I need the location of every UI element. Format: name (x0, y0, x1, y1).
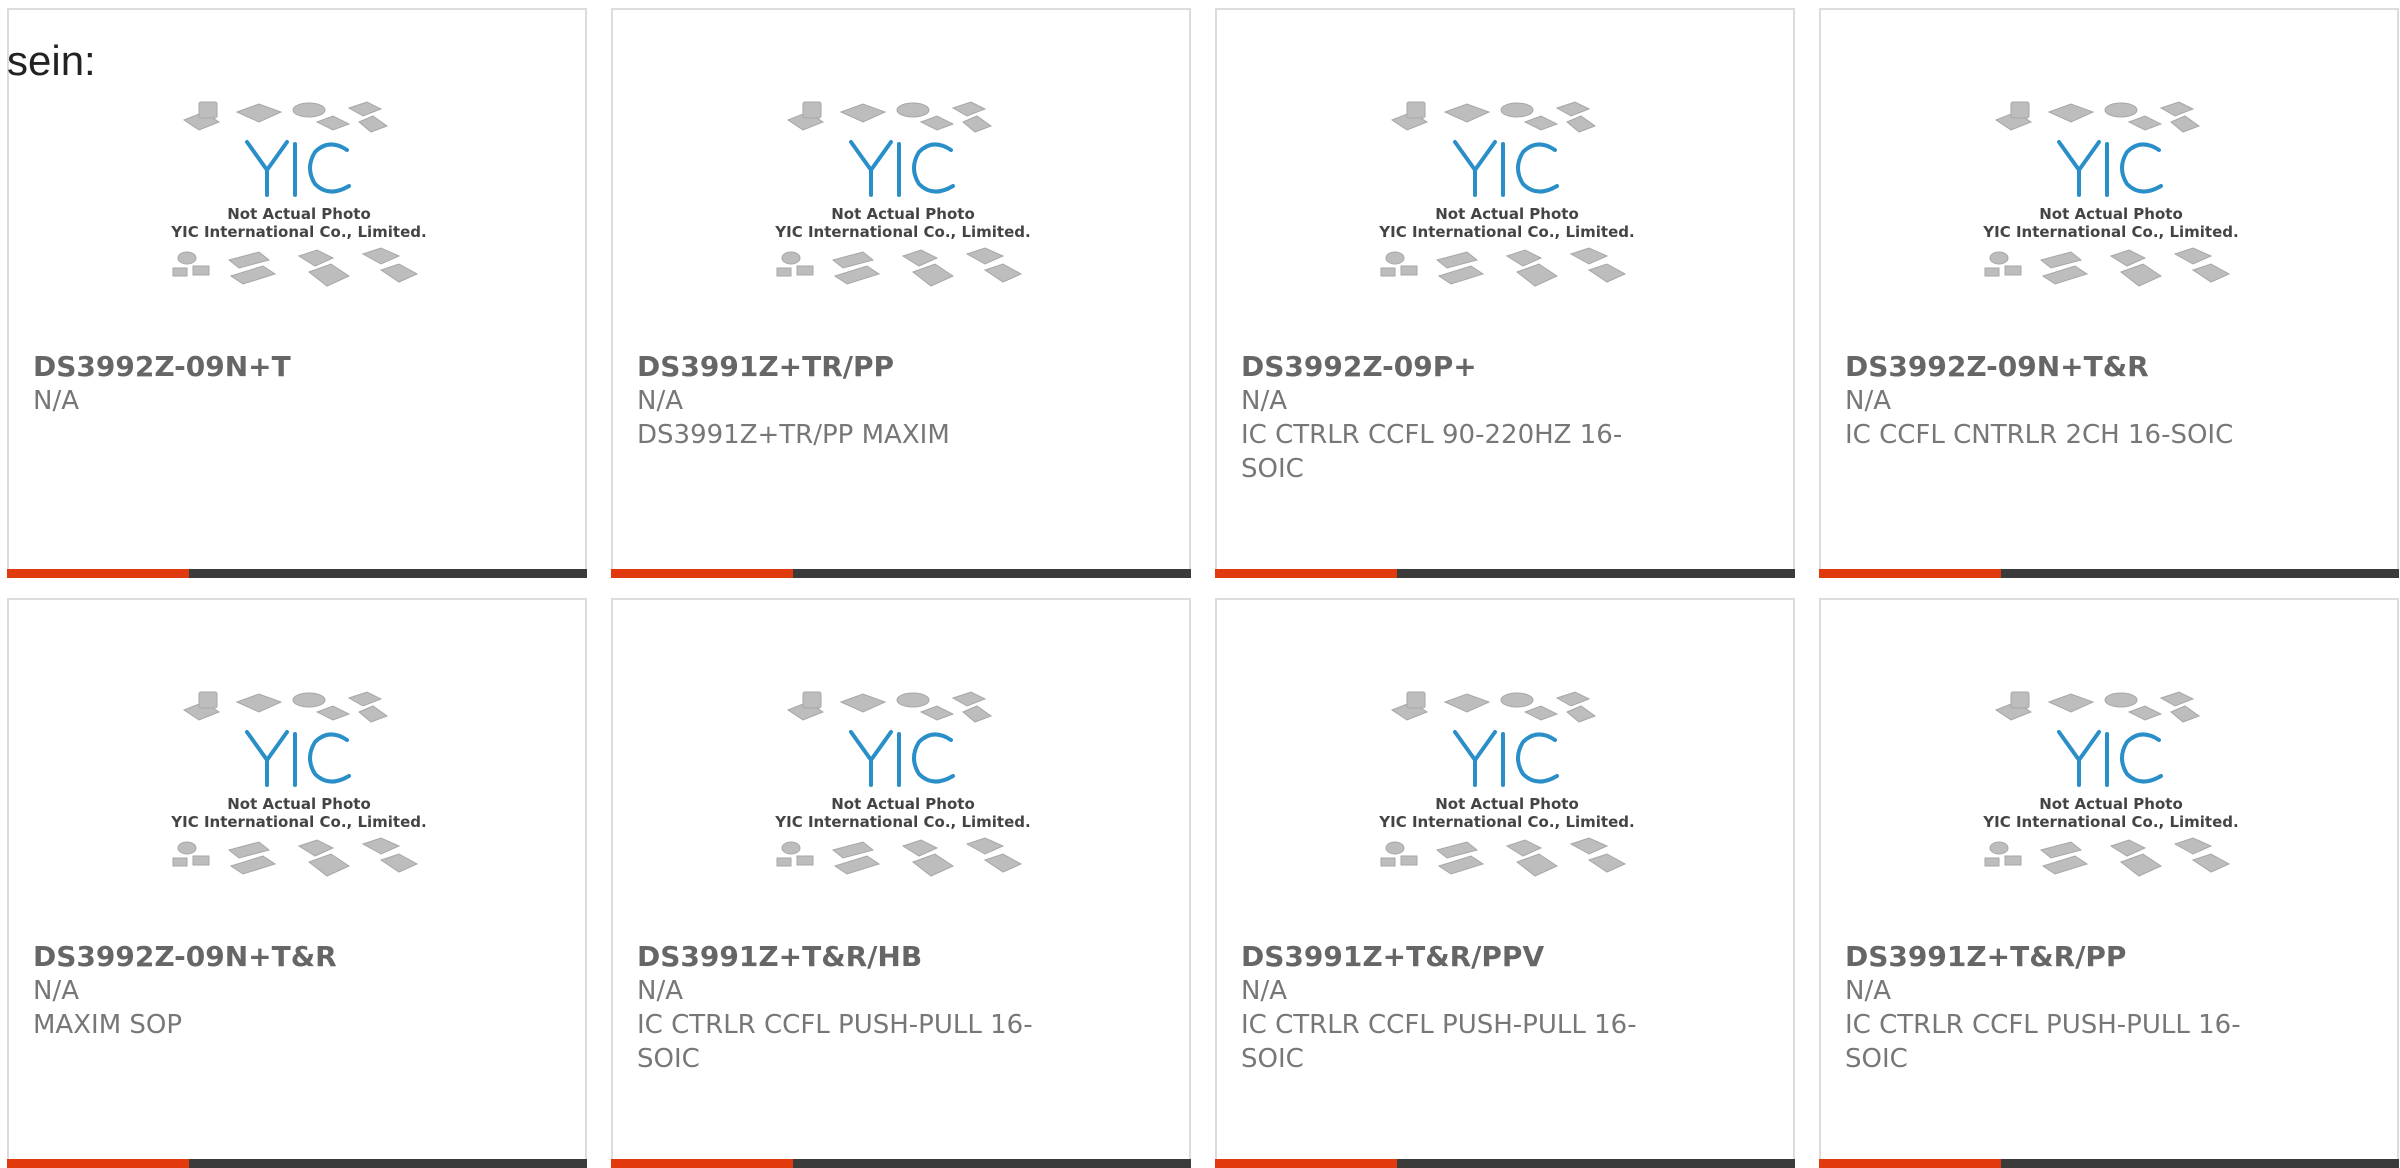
description: IC CTRLR CCFL PUSH-PULL 16-SOIC (1241, 1010, 1637, 1074)
yic-logo (245, 140, 351, 197)
photo-note-line1: Not Actual Photo (2039, 795, 2183, 813)
description: IC CTRLR CCFL PUSH-PULL 16-SOIC (1845, 1010, 2241, 1074)
product-card[interactable]: Not Actual Photo YIC International Co., … (1215, 8, 1795, 578)
card-footer-bar (7, 1159, 587, 1168)
manufacturer: N/A (33, 976, 79, 1006)
card-footer-bar (1819, 1159, 2399, 1168)
manufacturer: N/A (637, 386, 683, 416)
part-number[interactable]: DS3992Z-09N+T&R (33, 940, 435, 974)
description: DS3991Z+TR/PP MAXIM (637, 420, 950, 450)
photo-note-line1: Not Actual Photo (831, 795, 975, 813)
card-footer-bar (611, 569, 1191, 578)
manufacturer: N/A (637, 976, 683, 1006)
product-card[interactable]: Not Actual Photo YIC International Co., … (7, 598, 587, 1168)
product-photo-placeholder: Not Actual Photo YIC International Co., … (763, 690, 1043, 940)
card-footer-bar (1819, 569, 2399, 578)
photo-note-line2: YIC International Co., Limited. (1378, 813, 1634, 831)
part-number[interactable]: DS3992Z-09N+T&R (1845, 350, 2247, 384)
photo-note-line1: Not Actual Photo (227, 795, 371, 813)
manufacturer: N/A (1845, 976, 1891, 1006)
part-number[interactable]: DS3992Z-09P+ (1241, 350, 1643, 384)
yic-logo (1453, 140, 1559, 197)
card-footer-accent (1819, 569, 2001, 578)
photo-note-line1: Not Actual Photo (831, 205, 975, 223)
product-photo-placeholder: Not Actual Photo YIC International Co., … (1971, 690, 2251, 940)
manufacturer: N/A (1241, 976, 1287, 1006)
product-card[interactable]: Not Actual Photo YIC International Co., … (611, 8, 1191, 578)
card-footer-bar (7, 569, 587, 578)
product-card[interactable]: Not Actual Photo YIC International Co., … (1215, 598, 1795, 1168)
product-photo-placeholder: Not Actual Photo YIC International Co., … (1367, 690, 1647, 940)
card-footer-bar (611, 1159, 1191, 1168)
part-number[interactable]: DS3991Z+T&R/HB (637, 940, 1039, 974)
photo-note-line2: YIC International Co., Limited. (170, 813, 426, 831)
product-card[interactable]: Not Actual Photo YIC International Co., … (7, 8, 587, 578)
product-card[interactable]: Not Actual Photo YIC International Co., … (1819, 598, 2399, 1168)
manufacturer: N/A (33, 386, 79, 416)
product-info: DS3991Z+T&R/PP N/A IC CTRLR CCFL PUSH-PU… (1845, 940, 2247, 1076)
description: MAXIM SOP (33, 1010, 183, 1040)
part-number[interactable]: DS3991Z+T&R/PP (1845, 940, 2247, 974)
yic-logo (849, 140, 955, 197)
product-info: DS3992Z-09N+T&R N/A IC CCFL CNTRLR 2CH 1… (1845, 350, 2247, 452)
product-info: DS3991Z+T&R/PPV N/A IC CTRLR CCFL PUSH-P… (1241, 940, 1643, 1076)
description: IC CTRLR CCFL 90-220HZ 16-SOIC (1241, 420, 1623, 484)
card-footer-accent (1215, 569, 1397, 578)
manufacturer: N/A (1241, 386, 1287, 416)
product-info: DS3992Z-09N+T N/A (33, 350, 435, 418)
photo-note-line1: Not Actual Photo (1435, 795, 1579, 813)
photo-note-line2: YIC International Co., Limited. (1982, 223, 2238, 241)
card-footer-accent (1215, 1159, 1397, 1168)
product-photo-placeholder: Not Actual Photo YIC International Co., … (159, 100, 439, 350)
photo-note-line2: YIC International Co., Limited. (1982, 813, 2238, 831)
part-number[interactable]: DS3992Z-09N+T (33, 350, 435, 384)
yic-logo (245, 730, 351, 787)
photo-note-line2: YIC International Co., Limited. (170, 223, 426, 241)
lead-text: sein: (7, 37, 96, 84)
product-photo-placeholder: Not Actual Photo YIC International Co., … (763, 100, 1043, 350)
product-info: DS3991Z+T&R/HB N/A IC CTRLR CCFL PUSH-PU… (637, 940, 1039, 1076)
manufacturer: N/A (1845, 386, 1891, 416)
card-footer-accent (7, 1159, 189, 1168)
photo-note-line1: Not Actual Photo (2039, 205, 2183, 223)
yic-logo (2057, 140, 2163, 197)
photo-note-line2: YIC International Co., Limited. (774, 813, 1030, 831)
yic-logo (2057, 730, 2163, 787)
card-footer-bar (1215, 569, 1795, 578)
description: IC CCFL CNTRLR 2CH 16-SOIC (1845, 420, 2234, 450)
product-photo-placeholder: Not Actual Photo YIC International Co., … (1367, 100, 1647, 350)
card-footer-accent (7, 569, 189, 578)
description: IC CTRLR CCFL PUSH-PULL 16-SOIC (637, 1010, 1033, 1074)
product-grid: Not Actual Photo YIC International Co., … (7, 8, 2399, 1168)
part-number[interactable]: DS3991Z+TR/PP (637, 350, 1039, 384)
card-footer-bar (1215, 1159, 1795, 1168)
part-number[interactable]: DS3991Z+T&R/PPV (1241, 940, 1643, 974)
yic-logo (849, 730, 955, 787)
photo-note-line2: YIC International Co., Limited. (1378, 223, 1634, 241)
product-info: DS3991Z+TR/PP N/A DS3991Z+TR/PP MAXIM (637, 350, 1039, 452)
product-info: DS3992Z-09P+ N/A IC CTRLR CCFL 90-220HZ … (1241, 350, 1643, 486)
product-card[interactable]: Not Actual Photo YIC International Co., … (1819, 8, 2399, 578)
photo-note-line2: YIC International Co., Limited. (774, 223, 1030, 241)
photo-note-line1: Not Actual Photo (227, 205, 371, 223)
card-footer-accent (611, 569, 793, 578)
product-photo-placeholder: Not Actual Photo YIC International Co., … (159, 690, 439, 940)
product-card[interactable]: Not Actual Photo YIC International Co., … (611, 598, 1191, 1168)
product-photo-placeholder: Not Actual Photo YIC International Co., … (1971, 100, 2251, 350)
photo-note-line1: Not Actual Photo (1435, 205, 1579, 223)
product-info: DS3992Z-09N+T&R N/A MAXIM SOP (33, 940, 435, 1042)
card-footer-accent (1819, 1159, 2001, 1168)
card-footer-accent (611, 1159, 793, 1168)
yic-logo (1453, 730, 1559, 787)
